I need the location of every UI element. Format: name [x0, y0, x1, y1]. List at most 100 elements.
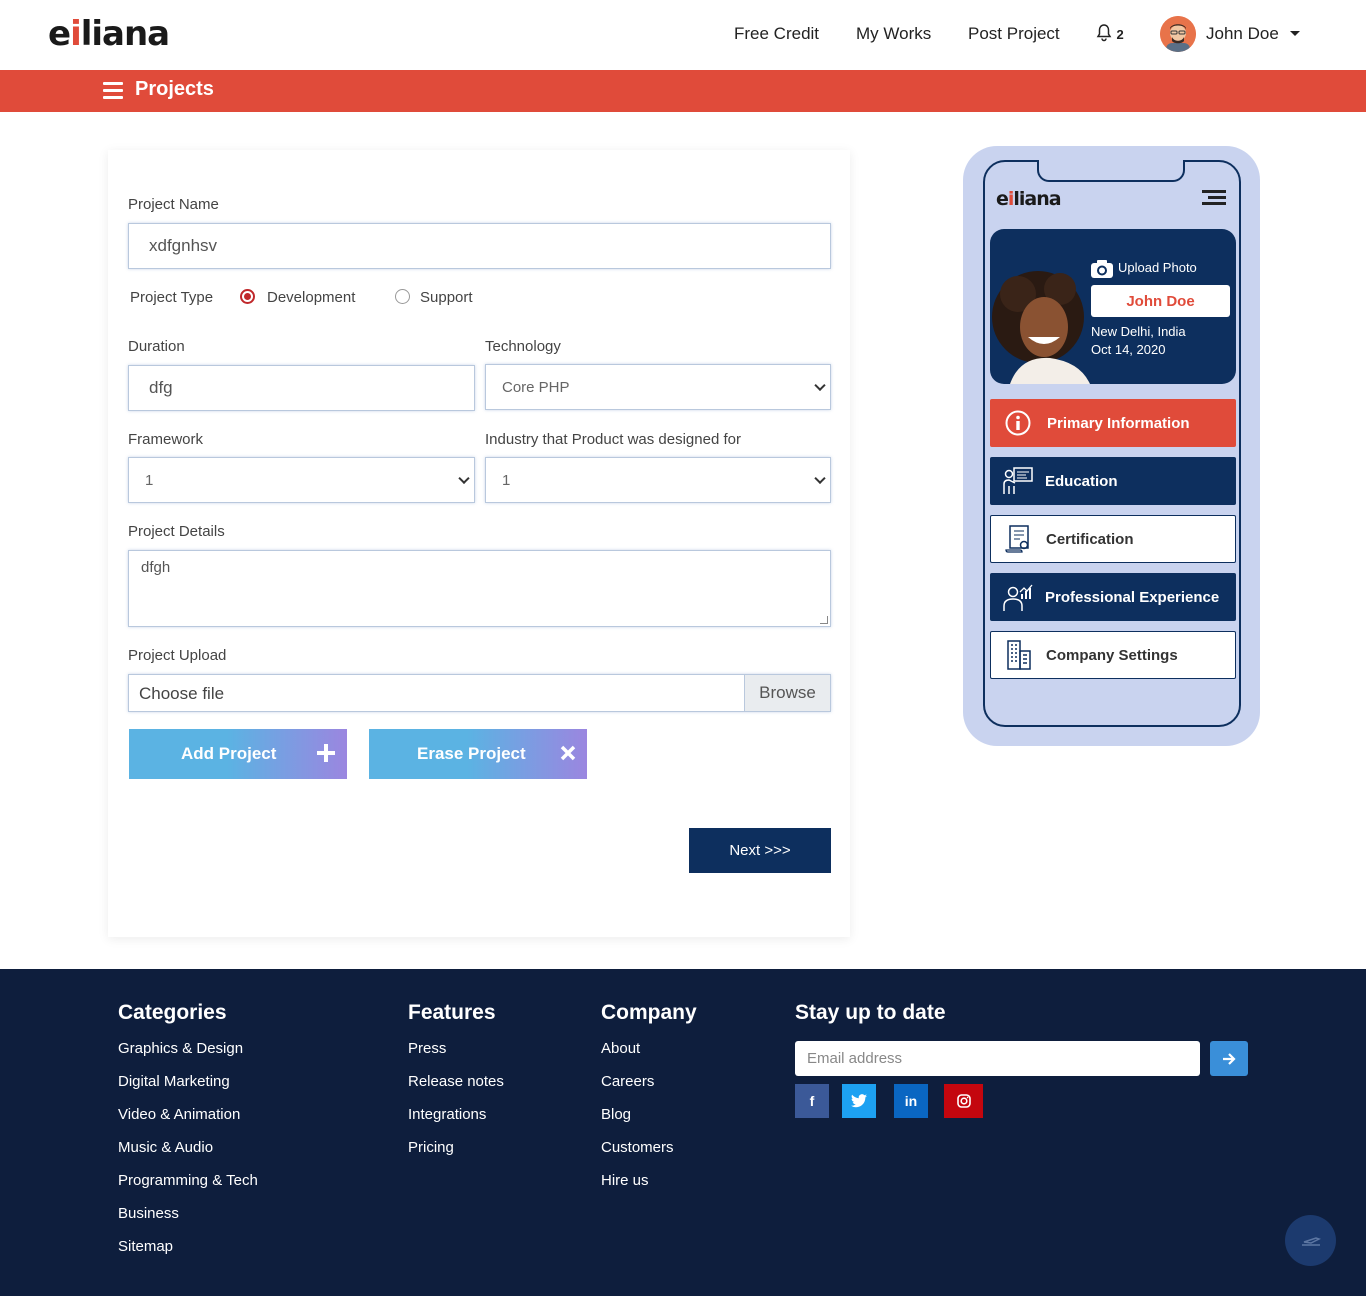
nav-free-credit[interactable]: Free Credit — [734, 24, 819, 44]
footer-link[interactable]: Music & Audio — [118, 1139, 213, 1156]
project-details-value: dfgh — [141, 559, 171, 576]
radio-support-label[interactable]: Support — [420, 289, 473, 306]
technology-select[interactable]: Core PHP — [485, 364, 831, 410]
footer-link[interactable]: About — [601, 1040, 640, 1057]
project-type-label: Project Type — [130, 289, 214, 306]
project-details-textarea[interactable]: dfgh — [128, 550, 831, 627]
footer-link[interactable]: Video & Animation — [118, 1106, 240, 1123]
footer-link[interactable]: Digital Marketing — [118, 1073, 230, 1090]
floating-action-button[interactable] — [1285, 1215, 1336, 1266]
page-title-bar: Projects — [0, 70, 1366, 112]
facebook-icon[interactable]: f — [795, 1084, 829, 1118]
framework-select[interactable]: 1 — [128, 457, 475, 503]
technology-label: Technology — [485, 338, 561, 355]
footer-link[interactable]: Pricing — [408, 1139, 454, 1156]
chevron-down-icon — [814, 472, 826, 485]
footer-categories-title: Categories — [118, 1001, 227, 1024]
brand-logo[interactable]: eiliana — [48, 14, 170, 54]
industry-select[interactable]: 1 — [485, 457, 831, 503]
menu-label: Company Settings — [1046, 646, 1178, 664]
framework-value: 1 — [145, 471, 154, 489]
footer-link[interactable]: Business — [118, 1205, 179, 1222]
menu-professional-experience[interactable]: Professional Experience — [990, 573, 1236, 621]
profile-card: Upload Photo John Doe New Delhi, India O… — [990, 229, 1236, 384]
profile-date: Oct 14, 2020 — [1091, 342, 1166, 357]
camera-icon[interactable] — [1090, 259, 1114, 279]
profile-name-badge: John Doe — [1091, 285, 1230, 317]
radio-development[interactable] — [240, 289, 255, 304]
upload-photo-link[interactable]: Upload Photo — [1118, 260, 1197, 275]
newsletter-title: Stay up to date — [795, 1001, 946, 1024]
page-title: Projects — [135, 78, 214, 100]
project-upload-label: Project Upload — [128, 647, 227, 664]
footer-link[interactable]: Hire us — [601, 1172, 649, 1189]
industry-value: 1 — [502, 471, 511, 489]
project-name-input[interactable]: xdfgnhsv — [128, 223, 831, 269]
radio-development-label[interactable]: Development — [267, 289, 355, 306]
menu-education[interactable]: Education — [990, 457, 1236, 505]
phone-logo: eiliana — [996, 188, 1062, 210]
footer-company-title: Company — [601, 1001, 697, 1024]
nav-post-project[interactable]: Post Project — [968, 24, 1060, 44]
linkedin-icon[interactable]: in — [894, 1084, 928, 1118]
instagram-icon[interactable] — [944, 1084, 983, 1118]
duration-label: Duration — [128, 338, 185, 355]
next-button[interactable]: Next >>> — [689, 828, 831, 873]
menu-label: Education — [1045, 472, 1118, 490]
teacher-icon — [1002, 467, 1033, 494]
file-upload-field[interactable]: Choose file Browse — [128, 674, 831, 712]
footer-link[interactable]: Programming & Tech — [118, 1172, 258, 1189]
add-project-label: Add Project — [181, 744, 277, 763]
newsletter-email-input[interactable]: Email address — [795, 1041, 1200, 1076]
menu-label: Professional Experience — [1045, 588, 1220, 606]
footer-features-title: Features — [408, 1001, 496, 1024]
footer-link[interactable]: Release notes — [408, 1073, 504, 1090]
footer-link[interactable]: Graphics & Design — [118, 1040, 243, 1057]
menu-certification[interactable]: Certification — [990, 515, 1236, 563]
footer: Categories Graphics & Design Digital Mar… — [0, 969, 1366, 1296]
menu-label: Primary Information — [1047, 414, 1190, 432]
profile-location: New Delhi, India — [1091, 324, 1186, 339]
footer-link[interactable]: Customers — [601, 1139, 674, 1156]
erase-project-button[interactable]: Erase Project — [369, 729, 587, 779]
browse-button[interactable]: Browse — [744, 675, 830, 711]
top-navbar: eiliana Free Credit My Works Post Projec… — [0, 0, 1366, 70]
radio-support[interactable] — [395, 289, 410, 304]
project-details-label: Project Details — [128, 523, 225, 540]
newsletter-submit-button[interactable] — [1210, 1041, 1248, 1076]
footer-link[interactable]: Integrations — [408, 1106, 486, 1123]
resize-handle-icon[interactable] — [820, 616, 828, 624]
twitter-icon[interactable] — [842, 1084, 876, 1118]
phone-notch — [1037, 160, 1185, 182]
footer-link[interactable]: Sitemap — [118, 1238, 173, 1255]
menu-primary-information[interactable]: Primary Information — [990, 399, 1236, 447]
add-project-button[interactable]: Add Project — [129, 729, 347, 779]
footer-link[interactable]: Careers — [601, 1073, 654, 1090]
building-icon — [1006, 640, 1031, 670]
hamburger-menu-icon[interactable] — [103, 82, 123, 99]
file-upload-placeholder: Choose file — [139, 684, 225, 703]
arrow-right-icon — [1223, 1052, 1236, 1065]
user-menu-toggle[interactable]: John Doe — [1206, 24, 1300, 44]
plane-icon — [1301, 1236, 1321, 1246]
chevron-down-icon — [814, 379, 826, 392]
chevron-down-icon — [458, 472, 470, 485]
certificate-icon — [1004, 525, 1029, 553]
footer-link[interactable]: Blog — [601, 1106, 631, 1123]
close-icon — [560, 745, 576, 761]
user-avatar[interactable] — [1160, 16, 1196, 52]
footer-link[interactable]: Press — [408, 1040, 446, 1057]
industry-label: Industry that Product was designed for — [485, 431, 741, 448]
email-placeholder: Email address — [807, 1050, 903, 1067]
duration-input[interactable]: dfg — [128, 365, 475, 411]
caret-down-icon — [1289, 31, 1300, 36]
notifications-button[interactable]: 2 — [1096, 24, 1124, 44]
user-name: John Doe — [1206, 24, 1279, 43]
framework-label: Framework — [128, 431, 204, 448]
professional-icon — [1002, 584, 1032, 611]
menu-company-settings[interactable]: Company Settings — [990, 631, 1236, 679]
nav-my-works[interactable]: My Works — [856, 24, 931, 44]
menu-label: Certification — [1046, 530, 1134, 548]
phone-menu-icon[interactable] — [1202, 190, 1226, 206]
profile-photo — [992, 271, 1090, 384]
